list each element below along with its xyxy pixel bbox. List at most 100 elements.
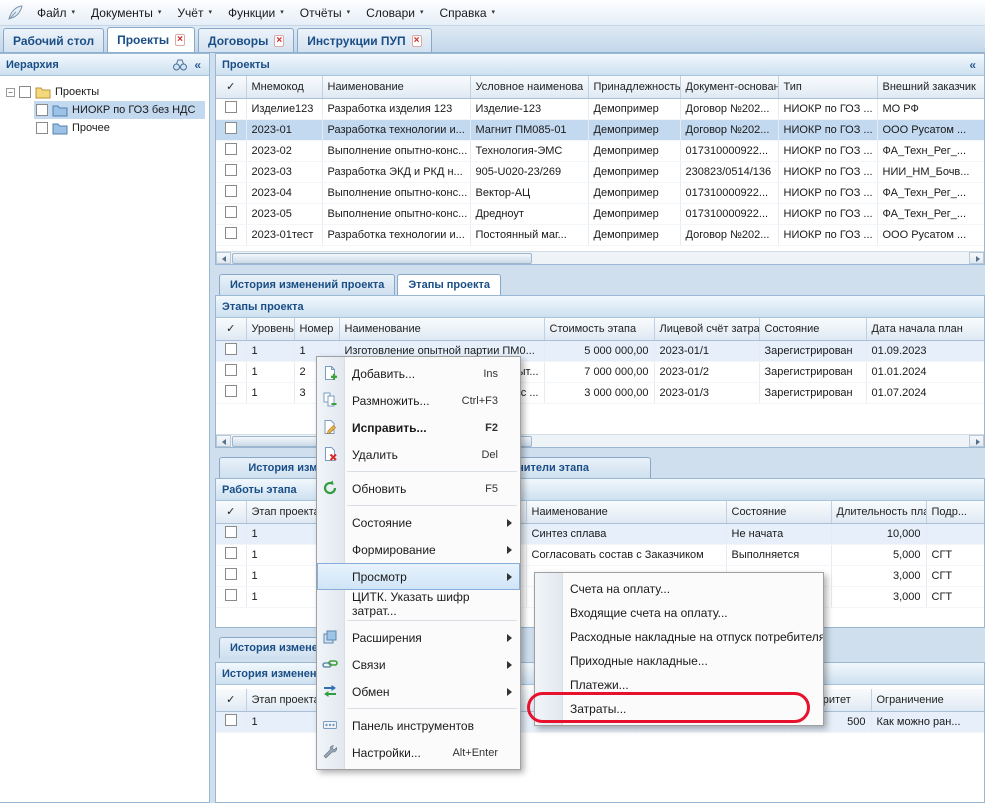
submenu-item-consumer-waybills[interactable]: Расходные накладные на отпуск потребител… [535, 625, 823, 649]
submenu-item-costs[interactable]: Затраты... [535, 697, 823, 721]
tree-item-other[interactable]: Прочее [34, 119, 205, 137]
tree-item-projects[interactable]: − Проекты [4, 83, 205, 101]
menu-help[interactable]: Справка▾ [432, 2, 502, 24]
row-checkbox[interactable] [225, 568, 237, 580]
row-checkbox[interactable] [225, 101, 237, 113]
search-icon[interactable] [172, 58, 188, 72]
table-row[interactable]: 2023-01тестРазработка технологии и...Пос… [216, 224, 985, 245]
tab-close-icon[interactable]: × [175, 34, 185, 46]
menu-item-settings[interactable]: Настройки...Alt+Enter [317, 739, 520, 766]
menu-item-refresh[interactable]: ОбновитьF5 [317, 475, 520, 502]
row-checkbox[interactable] [225, 714, 237, 726]
menu-reports[interactable]: Отчёты▾ [293, 2, 357, 24]
tree-collapse-icon[interactable]: − [6, 88, 15, 97]
column-header[interactable]: Наименование [526, 501, 726, 523]
menu-documents[interactable]: Документы▾ [84, 2, 168, 24]
tab-project-history[interactable]: История изменений проекта [219, 274, 395, 295]
select-all-header[interactable]: ✓ [216, 501, 246, 523]
row-checkbox[interactable] [225, 164, 237, 176]
menu-item-edit[interactable]: Исправить...F2 [317, 414, 520, 441]
table-row[interactable]: 2023-01Разработка технологии и...Магнит … [216, 119, 985, 140]
horizontal-scrollbar[interactable] [216, 251, 984, 264]
column-header[interactable]: Внешний заказчик [877, 76, 985, 98]
tab-project-stages[interactable]: Этапы проекта [397, 274, 501, 295]
scroll-left-icon[interactable] [216, 435, 231, 447]
menu-functions[interactable]: Функции▾ [221, 2, 291, 24]
select-all-header[interactable]: ✓ [216, 76, 246, 98]
menu-item-exchange[interactable]: Обмен [317, 678, 520, 705]
scroll-right-icon[interactable] [969, 252, 984, 264]
menu-item-view[interactable]: Просмотр [317, 563, 520, 590]
column-header[interactable]: Подр... [926, 501, 985, 523]
menu-file[interactable]: Файл▾ [30, 2, 82, 24]
submenu-item-payments[interactable]: Платежи... [535, 673, 823, 697]
column-header[interactable]: Состояние [759, 318, 866, 340]
menu-item-state[interactable]: Состояние [317, 509, 520, 536]
tab-contracts[interactable]: Договоры× [198, 28, 294, 52]
tab-projects[interactable]: Проекты× [107, 27, 195, 52]
row-checkbox[interactable] [225, 122, 237, 134]
menu-item-toolbar[interactable]: Панель инструментов [317, 712, 520, 739]
table-row[interactable]: 2023-04Выполнение опытно-конс...Вектор-А… [216, 182, 985, 203]
column-header[interactable]: Условное наименова [470, 76, 588, 98]
table-row[interactable]: 2023-02Выполнение опытно-конс...Технолог… [216, 140, 985, 161]
submenu-item-incoming-invoices[interactable]: Входящие счета на оплату... [535, 601, 823, 625]
column-header[interactable]: Документ-основан [680, 76, 778, 98]
tab-close-icon[interactable]: × [274, 35, 284, 47]
menu-accounting[interactable]: Учёт▾ [170, 2, 219, 24]
collapse-panel-icon[interactable]: « [967, 59, 978, 71]
menu-item-delete[interactable]: УдалитьDel [317, 441, 520, 468]
tab-close-icon[interactable]: × [412, 35, 422, 47]
cell: Выполнение опытно-конс... [322, 182, 470, 203]
tab-instructions-pup[interactable]: Инструкции ПУП× [297, 28, 431, 52]
column-header[interactable]: Длительность план▼ [831, 501, 926, 523]
column-header[interactable]: Стоимость этапа [544, 318, 654, 340]
menu-item-formation[interactable]: Формирование [317, 536, 520, 563]
scroll-left-icon[interactable] [216, 252, 231, 264]
cell: СГТ [926, 565, 985, 586]
row-checkbox[interactable] [225, 206, 237, 218]
table-row[interactable]: 2023-05Выполнение опытно-конс...Дредноут… [216, 203, 985, 224]
column-header[interactable]: Ограничение [871, 689, 985, 711]
column-header[interactable]: Номер [294, 318, 339, 340]
column-header[interactable]: Принадлежность [588, 76, 680, 98]
column-header[interactable]: Дата начала план [866, 318, 984, 340]
tree-checkbox[interactable] [36, 122, 48, 134]
menu-item-citk-cost-code[interactable]: ЦИТК. Указать шифр затрат... [317, 590, 520, 617]
menu-item-extensions[interactable]: Расширения [317, 624, 520, 651]
select-all-header[interactable]: ✓ [216, 318, 246, 340]
menu-item-label: Обновить [352, 482, 406, 496]
column-header[interactable]: Лицевой счёт затрат [654, 318, 759, 340]
table-row[interactable]: Изделие123Разработка изделия 123Изделие-… [216, 98, 985, 119]
row-checkbox[interactable] [225, 227, 237, 239]
column-header[interactable]: Состояние [726, 501, 831, 523]
menu-item-duplicate[interactable]: Размножить...Ctrl+F3 [317, 387, 520, 414]
tree-item-niokr-goz[interactable]: НИОКР по ГОЗ без НДС [34, 101, 205, 119]
row-checkbox[interactable] [225, 547, 237, 559]
scroll-right-icon[interactable] [969, 435, 984, 447]
column-header[interactable]: Мнемокод [246, 76, 322, 98]
tree-checkbox[interactable] [19, 86, 31, 98]
row-checkbox[interactable] [225, 343, 237, 355]
column-header[interactable]: Тип [778, 76, 877, 98]
row-checkbox[interactable] [225, 589, 237, 601]
column-header[interactable]: Наименование [339, 318, 544, 340]
submenu-item-receipt-waybills[interactable]: Приходные накладные... [535, 649, 823, 673]
collapse-panel-icon[interactable]: « [192, 59, 203, 71]
menu-item-add[interactable]: Добавить...Ins [317, 360, 520, 387]
column-header[interactable]: Уровень [246, 318, 294, 340]
row-checkbox[interactable] [225, 143, 237, 155]
row-checkbox[interactable] [225, 385, 237, 397]
row-checkbox[interactable] [225, 364, 237, 376]
column-header[interactable]: Наименование [322, 76, 470, 98]
menu-dictionaries[interactable]: Словари▾ [359, 2, 430, 24]
row-checkbox[interactable] [225, 185, 237, 197]
scrollbar-thumb[interactable] [232, 253, 532, 264]
row-checkbox[interactable] [225, 526, 237, 538]
table-row[interactable]: 2023-03Разработка ЭКД и РКД н...905-U020… [216, 161, 985, 182]
menu-item-links[interactable]: Связи [317, 651, 520, 678]
submenu-item-invoices[interactable]: Счета на оплату... [535, 577, 823, 601]
tab-desktop[interactable]: Рабочий стол [3, 28, 104, 52]
tree-checkbox[interactable] [36, 104, 48, 116]
select-all-header[interactable]: ✓ [216, 689, 246, 711]
